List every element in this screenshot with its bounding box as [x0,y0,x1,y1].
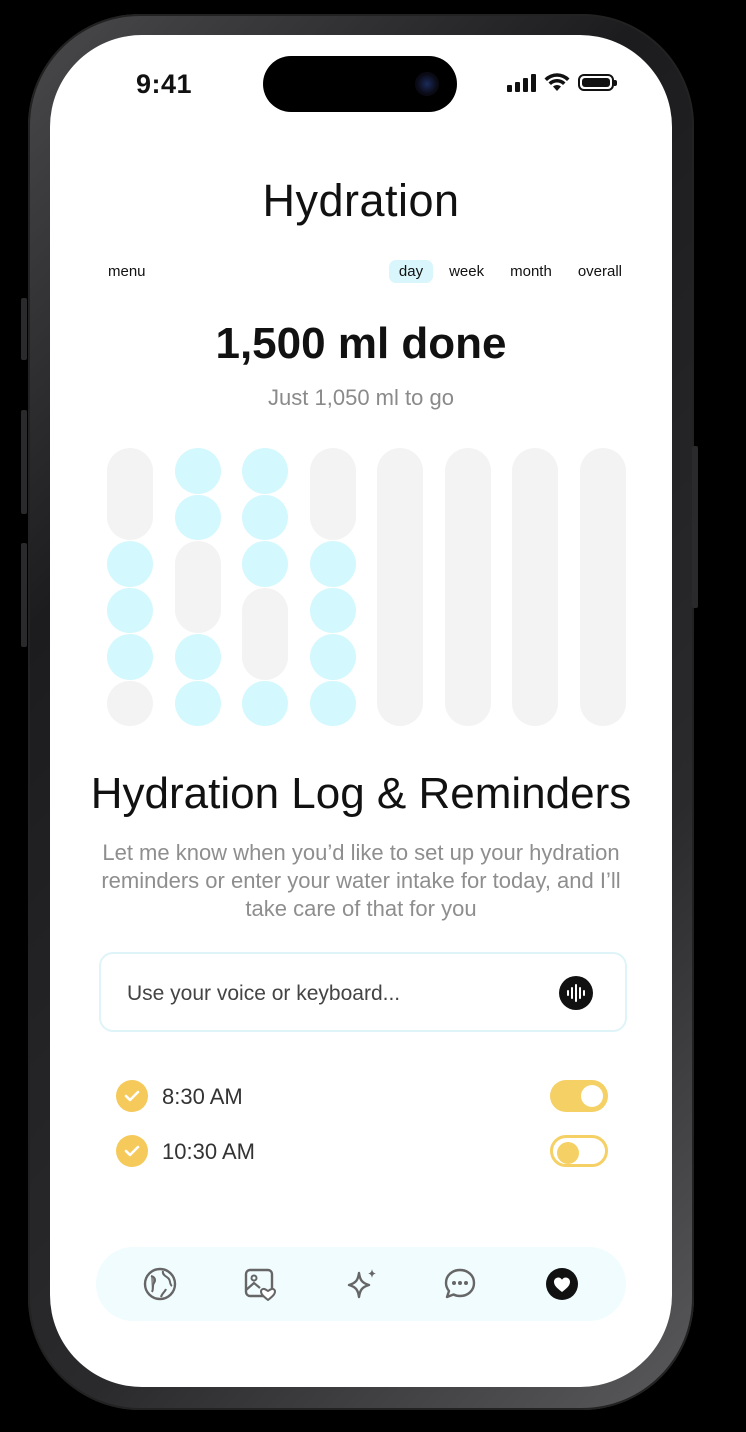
water-glass-filled [107,587,153,633]
dynamic-island [263,56,457,112]
water-glass-empty [175,541,221,633]
water-glass-filled [107,541,153,587]
water-glass-filled [242,680,288,726]
voice-waveform-icon [567,984,585,1002]
water-glass-empty [377,448,423,726]
intake-remaining-text: Just 1,050 ml to go [268,385,454,410]
intake-bar-column [310,448,356,727]
battery-icon [578,74,617,91]
water-glass-filled [310,541,356,587]
water-glass-filled [175,680,221,726]
water-glass-filled [175,448,221,494]
water-glass-empty [580,448,626,726]
water-glass-filled [242,448,288,494]
cellular-signal-icon [507,73,536,92]
volume-up-button [21,410,27,514]
intake-bar-column [445,448,491,727]
intake-bar-column [512,448,558,727]
tab-month[interactable]: month [500,260,562,283]
intake-done-title: 1,500 ml done [215,319,507,368]
water-glass-filled [175,634,221,680]
water-glass-empty [242,587,288,680]
intake-bar-column [242,448,288,727]
log-section-description: Let me know when you’d like to set up yo… [101,840,621,921]
period-tabs: day week month overall [388,260,632,283]
reminder-toggle[interactable] [550,1135,608,1167]
tab-chat[interactable] [442,1266,478,1302]
tab-ai[interactable] [344,1266,380,1302]
status-icons [507,73,617,92]
water-glass-empty [107,448,153,540]
intake-bars [107,448,627,728]
water-glass-empty [512,448,558,726]
tab-health[interactable] [544,1266,580,1302]
intake-bar-column [175,448,221,727]
bottom-tab-bar [96,1247,626,1321]
water-glass-filled [310,634,356,680]
volume-down-button [21,543,27,647]
water-glass-empty [310,448,356,540]
globe-icon [143,1267,177,1301]
intake-input[interactable] [125,974,529,1014]
page-title: Hydration [262,175,460,226]
log-section-title: Hydration Log & Reminders [90,769,632,818]
tab-day[interactable]: day [388,260,434,283]
nav-row: menu day week month overall [50,260,672,284]
tab-week[interactable]: week [439,260,494,283]
tab-overall[interactable]: overall [568,260,632,283]
status-time: 9:41 [136,69,193,99]
water-glass-empty [107,680,153,726]
water-glass-filled [242,494,288,540]
reminder-item: 10:30 AM [116,1133,608,1169]
voice-keyboard-input-box [99,952,627,1032]
water-glass-filled [107,634,153,680]
reminder-check-icon[interactable] [116,1080,148,1112]
reminder-toggle[interactable] [550,1080,608,1112]
photo-heart-icon [244,1268,277,1301]
wifi-icon [544,73,570,91]
reminder-time: 10:30 AM [162,1139,255,1164]
reminder-time: 8:30 AM [162,1084,243,1109]
heart-icon [546,1268,578,1300]
chat-bubble-icon [444,1268,476,1299]
tab-globe[interactable] [142,1266,178,1302]
action-button [21,298,27,360]
water-glass-empty [445,448,491,726]
front-camera [415,72,439,96]
intake-bar-column [107,448,153,727]
water-glass-filled [310,587,356,633]
menu-button[interactable]: menu [108,263,146,280]
reminder-check-icon[interactable] [116,1135,148,1167]
water-glass-filled [242,541,288,587]
tab-gallery[interactable] [242,1266,278,1302]
power-button [692,446,698,608]
sparkle-icon [347,1269,376,1299]
water-glass-filled [310,680,356,726]
reminder-item: 8:30 AM [116,1078,608,1114]
voice-input-button[interactable] [559,976,593,1010]
phone-screen: 9:41 Hydration menu day week month overa… [50,35,672,1387]
intake-bar-column [580,448,626,727]
intake-bar-column [377,448,423,727]
water-glass-filled [175,494,221,540]
